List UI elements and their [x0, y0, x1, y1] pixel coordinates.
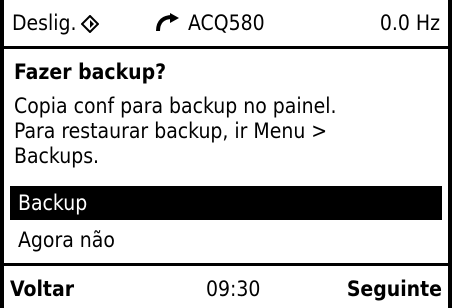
dialog-message: Copia conf para backup no painel. Para r… — [14, 94, 434, 169]
clock: 09:30 — [206, 277, 261, 301]
option-backup[interactable]: Backup — [10, 186, 442, 220]
back-softkey[interactable]: Voltar — [10, 277, 74, 301]
frequency-readout: 0.0 Hz — [379, 11, 440, 35]
message-line: Copia conf para backup no painel. — [14, 94, 337, 118]
status-left: Deslig. — [12, 11, 99, 35]
message-line: Backups. — [14, 144, 100, 168]
status-bar: Deslig. ACQ580 0.0 Hz — [4, 0, 448, 49]
rotation-direction-icon — [154, 13, 180, 33]
status-drive: ACQ580 — [154, 11, 265, 35]
option-not-now[interactable]: Agora não — [10, 223, 442, 257]
drive-state: Deslig. — [12, 11, 77, 35]
drive-name: ACQ580 — [188, 11, 265, 35]
diamond-status-icon — [80, 14, 99, 34]
dialog-title: Fazer backup? — [14, 60, 167, 84]
next-softkey[interactable]: Seguinte — [347, 277, 442, 301]
footer-bar: Voltar 09:30 Seguinte — [4, 263, 448, 308]
control-panel-screen: Deslig. ACQ580 0.0 Hz Fazer backup? Copi… — [0, 0, 452, 308]
message-line: Para restaurar backup, ir Menu > — [14, 119, 328, 143]
